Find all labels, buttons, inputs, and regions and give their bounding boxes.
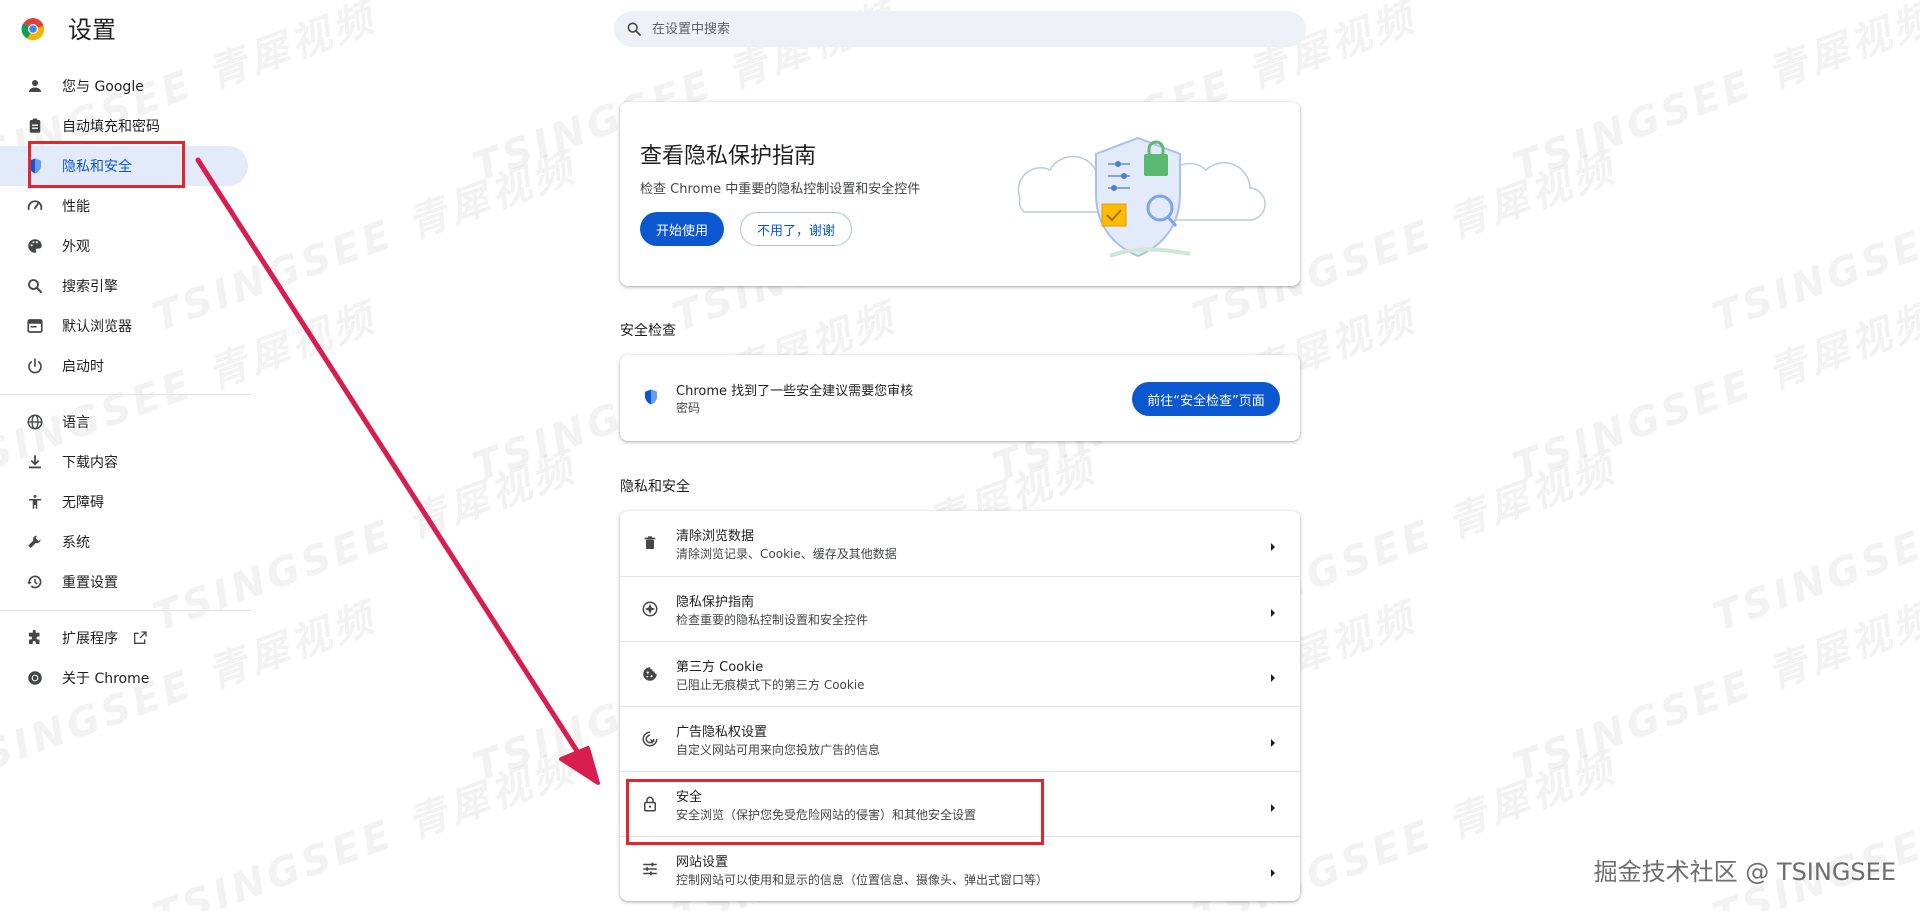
watermark-text: TSINGSEE 青犀视频: [146, 744, 583, 911]
sidebar-item-languages[interactable]: 语言: [0, 402, 248, 442]
accessibility-icon: [26, 493, 44, 511]
search-input[interactable]: [650, 20, 1254, 38]
watermark-text: TSINGSEE 青犀视频: [1506, 594, 1920, 791]
sidebar-item-system[interactable]: 系统: [0, 522, 248, 562]
ad-privacy-row[interactable]: 广告隐私权设置 自定义网站可用来向您投放广告的信息: [620, 706, 1300, 771]
sidebar-item-label: 扩展程序: [62, 631, 118, 647]
sidebar-item-you-and-google[interactable]: 您与 Google: [0, 66, 248, 106]
download-icon: [26, 453, 44, 471]
row-title: 隐私保护指南: [676, 595, 755, 610]
sidebar-item-extensions[interactable]: 扩展程序: [0, 618, 248, 658]
row-title: 广告隐私权设置: [676, 725, 768, 740]
watermark-text: TSINGSEE 青犀视频: [1506, 294, 1920, 491]
go-to-safety-check-button[interactable]: 前往“安全检查”页面: [1132, 382, 1280, 416]
safety-check-detail: 密码: [676, 401, 701, 415]
privacy-guide-row[interactable]: 隐私保护指南 检查重要的隐私控制设置和安全控件: [620, 576, 1300, 641]
row-title: 第三方 Cookie: [676, 660, 764, 675]
sidebar-item-label: 搜索引擎: [62, 279, 118, 295]
privacy-guide-description: 检查 Chrome 中重要的隐私控制设置和安全控件: [640, 182, 921, 197]
shield-check-icon: [645, 389, 657, 405]
clear-browsing-data-row[interactable]: 清除浏览数据 清除浏览记录、Cookie、缓存及其他数据: [620, 511, 1300, 576]
sidebar-item-label: 重置设置: [62, 575, 118, 591]
cookie-icon: [640, 664, 660, 684]
sidebar-item-reset[interactable]: 重置设置: [0, 562, 248, 602]
page-title: 设置: [68, 16, 116, 44]
wrench-icon: [26, 533, 44, 551]
sidebar-item-autofill[interactable]: 自动填充和密码: [0, 106, 248, 146]
chevron-right-icon: [1268, 537, 1278, 556]
chevron-right-icon: [1268, 733, 1278, 752]
chevron-right-icon: [1268, 603, 1278, 622]
get-started-button[interactable]: 开始使用: [640, 212, 724, 246]
trash-icon: [640, 533, 660, 553]
globe-icon: [26, 413, 44, 431]
watermark-text: TSINGSEE 青犀视频: [1706, 445, 1920, 641]
sidebar-item-label: 默认浏览器: [62, 319, 132, 335]
browser-icon: [26, 317, 44, 335]
third-party-cookies-row[interactable]: 第三方 Cookie 已阻止无痕模式下的第三方 Cookie: [620, 641, 1300, 706]
power-icon: [26, 357, 44, 375]
privacy-guide-title: 查看隐私保护指南: [640, 144, 817, 169]
row-title: 网站设置: [676, 855, 729, 870]
sidebar-item-label: 无障碍: [62, 495, 104, 511]
sidebar-divider: [0, 610, 252, 611]
watermark-credit: 掘金技术社区 @ TSINGSEE: [1593, 858, 1896, 886]
row-subtitle: 检查重要的隐私控制设置和安全控件: [676, 613, 869, 627]
sidebar-item-label: 启动时: [62, 359, 104, 375]
privacy-section-title: 隐私和安全: [620, 479, 690, 495]
history-icon: [26, 573, 44, 591]
ad-privacy-icon: [640, 729, 660, 749]
no-thanks-button[interactable]: 不用了，谢谢: [740, 212, 852, 246]
compass-icon: [640, 599, 660, 619]
safety-check-section-title: 安全检查: [620, 323, 676, 339]
palette-icon: [26, 237, 44, 255]
search-icon: [627, 22, 641, 36]
chevron-right-icon: [1268, 798, 1278, 817]
person-icon: [26, 77, 44, 95]
gauge-icon: [26, 197, 44, 215]
sidebar-item-label: 您与 Google: [62, 79, 144, 95]
open-in-new-icon: [132, 630, 148, 646]
puzzle-icon: [26, 629, 44, 647]
sidebar-item-label: 自动填充和密码: [62, 119, 160, 135]
site-settings-row[interactable]: 网站设置 控制网站可以使用和显示的信息（位置信息、摄像头、弹出式窗口等）: [620, 836, 1300, 901]
row-title: 清除浏览数据: [676, 529, 755, 544]
chrome-icon: [26, 669, 44, 687]
sidebar-item-label: 系统: [62, 535, 90, 551]
sidebar-item-label: 外观: [62, 239, 90, 255]
safety-check-card: Chrome 找到了一些安全建议需要您审核 密码 前往“安全检查”页面: [620, 355, 1300, 441]
row-subtitle: 已阻止无痕模式下的第三方 Cookie: [676, 678, 865, 692]
privacy-guide-illustration: [1017, 136, 1266, 258]
chevron-right-icon: [1268, 863, 1278, 882]
sidebar-item-performance[interactable]: 性能: [0, 186, 248, 226]
row-subtitle: 自定义网站可用来向您投放广告的信息: [676, 743, 881, 757]
search-icon: [26, 277, 44, 295]
privacy-guide-card: 查看隐私保护指南 检查 Chrome 中重要的隐私控制设置和安全控件 开始使用 …: [620, 102, 1300, 286]
sidebar-item-accessibility[interactable]: 无障碍: [0, 482, 248, 522]
sidebar-item-search-engine[interactable]: 搜索引擎: [0, 266, 248, 306]
sidebar-item-on-startup[interactable]: 启动时: [0, 346, 248, 386]
row-subtitle: 控制网站可以使用和显示的信息（位置信息、摄像头、弹出式窗口等）: [676, 873, 1049, 887]
sidebar-item-appearance[interactable]: 外观: [0, 226, 248, 266]
sidebar-highlight-box: [28, 141, 185, 188]
sidebar-item-label: 性能: [62, 199, 90, 215]
chrome-logo: [21, 18, 45, 41]
row-subtitle: 清除浏览记录、Cookie、缓存及其他数据: [676, 547, 897, 561]
sidebar-item-default-browser[interactable]: 默认浏览器: [0, 306, 248, 346]
watermark-text: TSINGSEE 青犀视频: [1706, 145, 1920, 341]
watermark-text: TSINGSEE 青犀视频: [1506, 0, 1920, 191]
sidebar-item-downloads[interactable]: 下载内容: [0, 442, 248, 482]
chevron-right-icon: [1268, 668, 1278, 687]
clipboard-icon: [26, 117, 44, 135]
sidebar-item-about-chrome[interactable]: 关于 Chrome: [0, 658, 248, 698]
search-bar[interactable]: [614, 11, 1306, 47]
sidebar-item-label: 下载内容: [62, 455, 118, 471]
safety-check-message: Chrome 找到了一些安全建议需要您审核: [676, 384, 914, 399]
sidebar-item-label: 语言: [62, 415, 90, 431]
sidebar-item-label: 关于 Chrome: [62, 671, 150, 687]
sidebar-divider: [0, 394, 252, 395]
security-highlight-box: [626, 779, 1044, 845]
tune-icon: [640, 859, 660, 879]
